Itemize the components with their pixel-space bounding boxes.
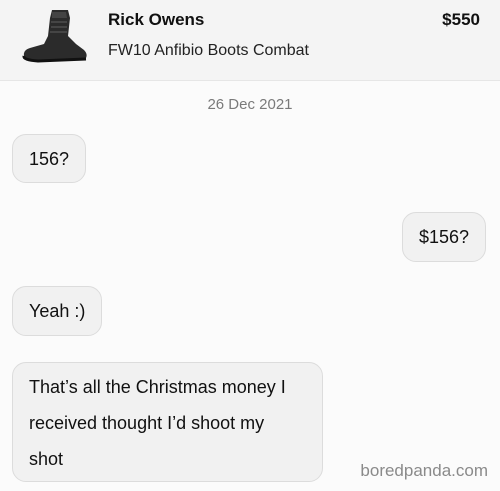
conversation-date: 26 Dec 2021 xyxy=(207,96,293,113)
message-line: shot xyxy=(29,449,64,469)
message-line: received thought I’d shoot my xyxy=(29,413,265,433)
boot-photo-icon xyxy=(22,10,87,63)
message-bubble-received[interactable]: That’s all the Christmas money I receive… xyxy=(12,362,323,482)
message-bubble-received[interactable]: Yeah :) xyxy=(12,286,103,336)
listing-brand: Rick Owens xyxy=(108,10,205,29)
listing-header[interactable]: Rick Owens $550 FW10 Anfibio Boots Comba… xyxy=(0,0,500,81)
message-bubble-received[interactable]: 156? xyxy=(12,134,87,183)
message-line: That’s all the Christmas money I xyxy=(29,377,286,397)
chat-screen: Rick Owens $550 FW10 Anfibio Boots Comba… xyxy=(0,0,500,491)
message-bubble-sent[interactable]: $156? xyxy=(401,212,486,262)
watermark: boredpanda.com xyxy=(360,461,488,480)
listing-price: $550 xyxy=(442,10,480,29)
listing-title: FW10 Anfibio Boots Combat xyxy=(108,42,309,59)
